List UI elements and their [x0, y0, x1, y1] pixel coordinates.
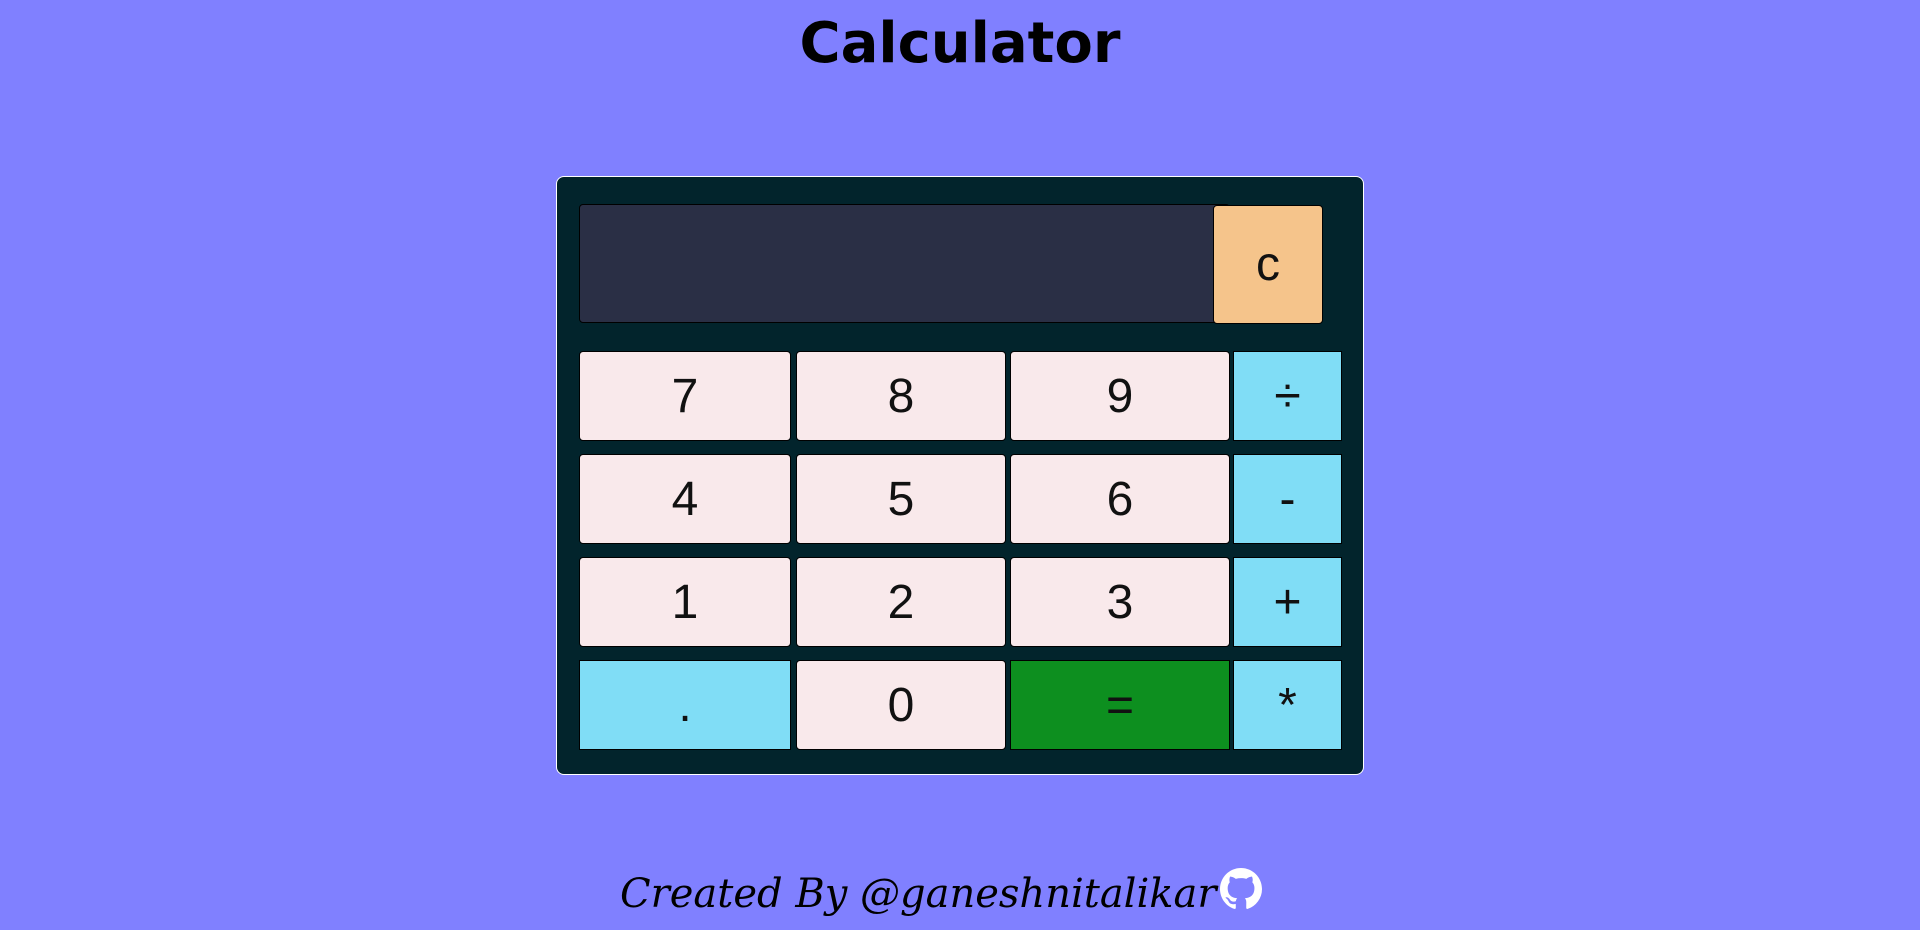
- clear-button[interactable]: c: [1213, 205, 1323, 324]
- minus-button[interactable]: -: [1233, 454, 1342, 544]
- page-title: Calculator: [799, 11, 1121, 76]
- key-5-button[interactable]: 5: [796, 454, 1006, 544]
- key-6-button[interactable]: 6: [1010, 454, 1230, 544]
- plus-button[interactable]: +: [1233, 557, 1342, 647]
- divide-button[interactable]: ÷: [1233, 351, 1342, 441]
- key-4-button[interactable]: 4: [579, 454, 791, 544]
- calculator-display[interactable]: [579, 204, 1230, 323]
- calculator-panel: c 7 8 9 ÷ 4 5 6 - 1 2 3 + . 0 = *: [556, 176, 1364, 775]
- github-icon[interactable]: [1220, 868, 1262, 910]
- decimal-button[interactable]: .: [579, 660, 791, 750]
- key-7-button[interactable]: 7: [579, 351, 791, 441]
- footer: Created By @ganeshnitalikar: [0, 866, 1920, 922]
- key-9-button[interactable]: 9: [1010, 351, 1230, 441]
- key-0-button[interactable]: 0: [796, 660, 1006, 750]
- multiply-button[interactable]: *: [1233, 660, 1342, 750]
- footer-credit: Created By @ganeshnitalikar: [620, 871, 1217, 917]
- key-8-button[interactable]: 8: [796, 351, 1006, 441]
- equals-button[interactable]: =: [1010, 660, 1230, 750]
- key-3-button[interactable]: 3: [1010, 557, 1230, 647]
- key-2-button[interactable]: 2: [796, 557, 1006, 647]
- key-1-button[interactable]: 1: [579, 557, 791, 647]
